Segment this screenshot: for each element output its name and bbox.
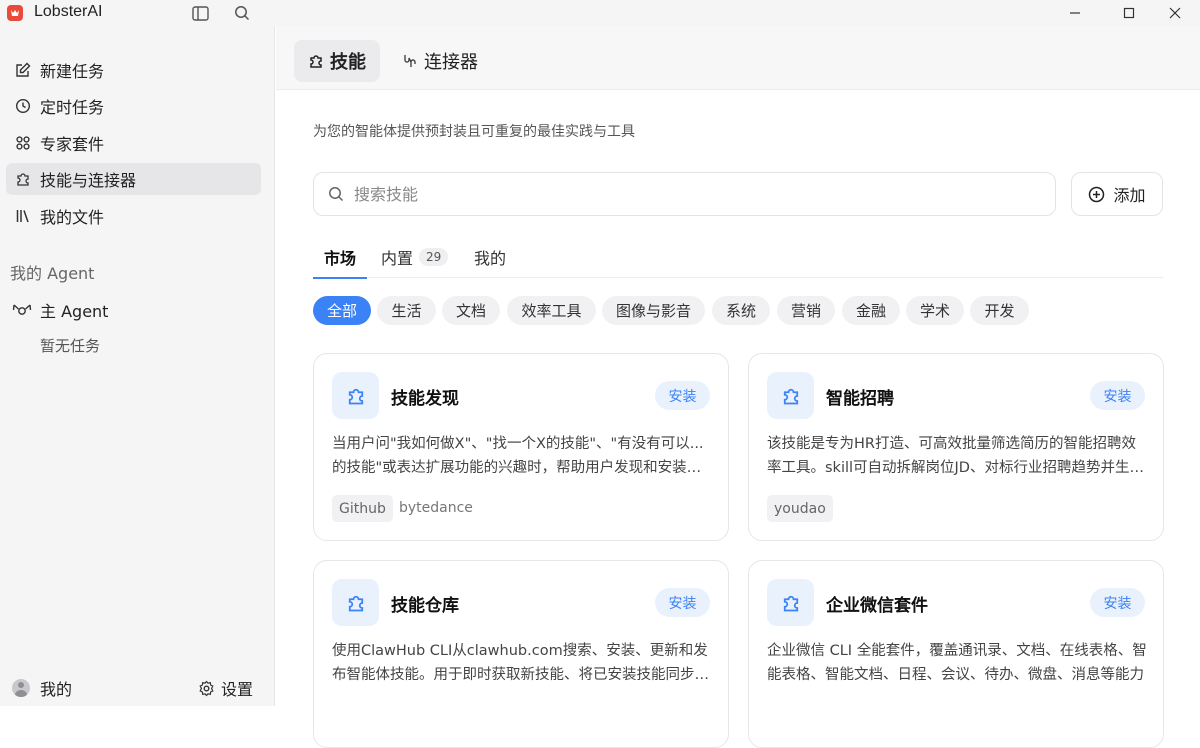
sidebar-item-my-files[interactable]: 我的文件 xyxy=(6,200,261,232)
search-icon[interactable] xyxy=(233,4,251,22)
card-title: 智能招聘 xyxy=(826,389,894,409)
files-icon xyxy=(14,207,32,225)
tab-market[interactable]: 市场 xyxy=(313,236,368,279)
tab-connectors[interactable]: 连接器 xyxy=(388,40,492,82)
filter-chip-academic[interactable]: 学术 xyxy=(906,296,964,325)
skill-card[interactable]: 技能发现 安装 当用户问"我如何做X"、"找一个X的技能"、"有没有可以...的… xyxy=(313,353,729,541)
sidebar-toggle-icon[interactable] xyxy=(191,4,209,22)
minimize-button[interactable] xyxy=(1052,0,1098,26)
puzzle-icon xyxy=(14,170,32,188)
filter-chip-life[interactable]: 生活 xyxy=(377,296,436,325)
tab-skills[interactable]: 技能 xyxy=(294,40,380,82)
gear-icon xyxy=(198,680,215,697)
edit-icon xyxy=(14,61,32,79)
puzzle-icon xyxy=(767,372,814,419)
puzzle-icon xyxy=(332,579,379,626)
maximize-button[interactable] xyxy=(1106,0,1152,26)
card-description: 使用ClawHub CLI从clawhub.com搜索、安装、更新和发布智能体技… xyxy=(332,643,709,683)
tab-label: 市场 xyxy=(324,249,357,268)
sidebar-item-label: 专家套件 xyxy=(40,135,105,154)
install-button[interactable]: 安装 xyxy=(1090,588,1145,617)
filter-chip-all[interactable]: 全部 xyxy=(313,296,371,325)
filter-chip-dev[interactable]: 开发 xyxy=(970,296,1029,325)
card-description: 当用户问"我如何做X"、"找一个X的技能"、"有没有可以...的技能"或表达扩展… xyxy=(332,436,704,476)
agent-icon xyxy=(12,301,32,319)
filter-chip-marketing[interactable]: 营销 xyxy=(777,296,835,325)
puzzle-icon xyxy=(308,53,324,69)
connector-icon xyxy=(402,53,418,69)
title-bar: LobsterAI xyxy=(0,0,1200,26)
filter-chip-productivity[interactable]: 效率工具 xyxy=(507,296,596,325)
tab-builtin[interactable]: 内置 29 xyxy=(381,236,449,278)
settings-label: 设置 xyxy=(221,680,254,699)
add-button[interactable]: 添加 xyxy=(1071,172,1163,216)
card-description: 企业微信 CLI 全能套件，覆盖通讯录、文档、在线表格、智能表格、智能文档、日程… xyxy=(767,643,1147,683)
sidebar-item-skills-connectors[interactable]: 技能与连接器 xyxy=(6,163,261,195)
close-button[interactable] xyxy=(1152,0,1198,26)
page-subtitle: 为您的智能体提供预封装且可重复的最佳实践与工具 xyxy=(313,124,635,140)
tab-label: 技能 xyxy=(330,52,366,73)
tab-label: 连接器 xyxy=(424,52,478,73)
puzzle-icon xyxy=(332,372,379,419)
card-title: 技能仓库 xyxy=(391,596,459,616)
grid-icon xyxy=(14,134,32,152)
filter-chip-media[interactable]: 图像与影音 xyxy=(602,296,705,325)
skill-card[interactable]: 技能仓库 安装 使用ClawHub CLI从clawhub.com搜索、安装、更… xyxy=(313,560,729,748)
clock-icon xyxy=(14,97,32,115)
top-tab-bar: 技能 连接器 xyxy=(276,26,1200,90)
filter-chip-system[interactable]: 系统 xyxy=(712,296,770,325)
install-button[interactable]: 安装 xyxy=(655,588,710,617)
count-badge: 29 xyxy=(419,248,449,266)
plus-circle-icon xyxy=(1088,186,1105,203)
search-icon xyxy=(328,186,344,202)
filter-chip-finance[interactable]: 金融 xyxy=(842,296,900,325)
card-title: 企业微信套件 xyxy=(826,596,928,616)
sidebar-item-scheduled-tasks[interactable]: 定时任务 xyxy=(6,90,261,122)
add-label: 添加 xyxy=(1113,186,1146,205)
sub-tab-bar: 市场 内置 29 我的 xyxy=(313,236,1163,279)
tab-label: 我的 xyxy=(474,249,507,268)
sidebar-item-label: 我的文件 xyxy=(40,208,105,227)
sidebar-item-new-task[interactable]: 新建任务 xyxy=(6,54,261,86)
sidebar-item-expert-kits[interactable]: 专家套件 xyxy=(6,127,261,159)
sidebar-item-label: 定时任务 xyxy=(40,98,105,117)
card-description: 该技能是专为HR打造、可高效批量筛选简历的智能招聘效率工具。skill可自动拆解… xyxy=(767,436,1144,476)
me-label: 我的 xyxy=(40,680,73,699)
card-author: bytedance xyxy=(399,500,473,516)
tab-mine[interactable]: 我的 xyxy=(474,236,506,278)
sidebar: 新建任务 定时任务 专家套件 技能与连接器 我的文件 我的 Agent 主 Ag… xyxy=(0,26,275,706)
app-logo-icon xyxy=(7,5,23,21)
sidebar-item-label: 新建任务 xyxy=(40,62,105,81)
tab-label: 内置 xyxy=(381,249,414,268)
app-title: LobsterAI xyxy=(34,3,103,20)
settings-button[interactable]: 设置 xyxy=(198,676,253,700)
user-profile-button[interactable]: 我的 xyxy=(12,676,72,700)
skill-card[interactable]: 企业微信套件 安装 企业微信 CLI 全能套件，覆盖通讯录、文档、在线表格、智能… xyxy=(748,560,1164,748)
install-button[interactable]: 安装 xyxy=(1090,381,1145,410)
sidebar-item-label: 技能与连接器 xyxy=(40,171,137,190)
card-title: 技能发现 xyxy=(391,389,459,409)
main-panel: 技能 连接器 为您的智能体提供预封装且可重复的最佳实践与工具 添加 市场 内置 … xyxy=(276,26,1200,748)
agent-section-title: 我的 Agent xyxy=(10,264,95,283)
agent-item-main[interactable]: 主 Agent xyxy=(6,294,261,326)
avatar xyxy=(12,679,30,697)
puzzle-icon xyxy=(767,579,814,626)
empty-task-text: 暂无任务 xyxy=(40,337,101,355)
search-input[interactable] xyxy=(354,184,1014,204)
skill-card[interactable]: 智能招聘 安装 该技能是专为HR打造、可高效批量筛选简历的智能招聘效率工具。sk… xyxy=(748,353,1164,541)
install-button[interactable]: 安装 xyxy=(655,381,710,410)
source-tag: youdao xyxy=(767,495,833,522)
filter-chip-docs[interactable]: 文档 xyxy=(442,296,500,325)
agent-name: 主 Agent xyxy=(40,302,109,321)
source-tag: Github xyxy=(332,495,393,522)
search-box[interactable] xyxy=(313,172,1056,216)
